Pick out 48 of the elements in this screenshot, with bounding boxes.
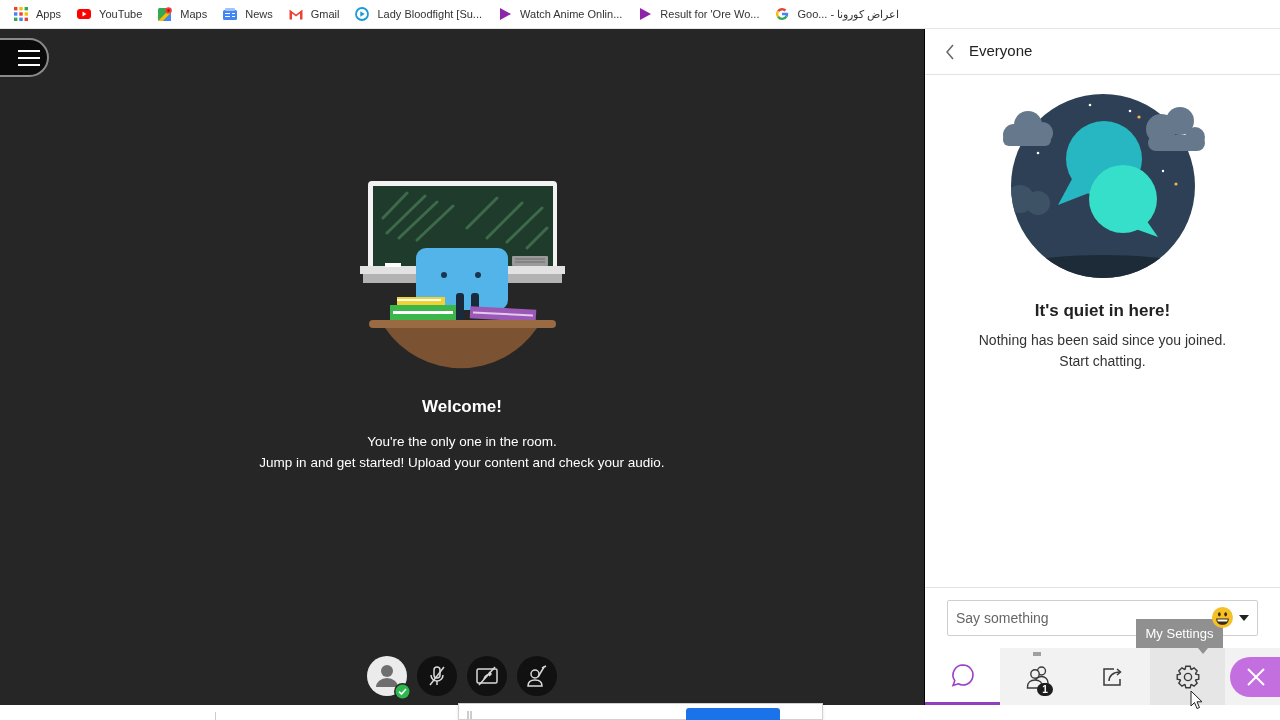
bookmark-link[interactable]: Maps	[158, 5, 208, 23]
welcome-text: You're the only one in the room.	[367, 433, 557, 451]
chevron-left-icon	[945, 43, 955, 60]
settings-icon	[1174, 663, 1201, 690]
indicator-icon	[1033, 652, 1041, 656]
apps-grid-icon	[14, 7, 28, 21]
avatar-icon	[367, 656, 407, 696]
back-button[interactable]	[945, 43, 955, 60]
chat-tab[interactable]	[925, 648, 1000, 705]
menu-button[interactable]	[0, 38, 49, 77]
mail-icon	[288, 7, 303, 21]
menu-icon	[18, 49, 40, 66]
avatar-button[interactable]	[367, 656, 411, 700]
grip-icon	[467, 711, 472, 719]
settings-tab[interactable]	[1150, 648, 1225, 705]
raise-hand-button[interactable]	[517, 656, 557, 696]
tooltip-arrow-icon	[1198, 648, 1208, 654]
bookmark-link[interactable]: YouTube	[77, 5, 143, 23]
camera-button[interactable]	[467, 656, 507, 696]
welcome-text: Jump in and get started! Upload your content and check your audio.	[259, 454, 665, 472]
person-raising-hand-icon	[525, 664, 549, 688]
video-play-icon	[77, 7, 92, 21]
speech-bubble-icon	[949, 662, 976, 688]
welcome-title: Welcome!	[422, 396, 502, 418]
microphone-button[interactable]	[417, 656, 457, 696]
play-icon	[638, 7, 653, 21]
caret-icon	[1239, 614, 1249, 621]
play-circle-icon	[355, 7, 370, 21]
close-icon	[1247, 667, 1265, 686]
newspaper-icon	[223, 7, 238, 21]
tooltip: My Settings	[1136, 619, 1223, 648]
emoji-button[interactable]	[1212, 607, 1249, 628]
g-logo-icon	[775, 7, 790, 21]
empty-state-text: Nothing has been said since you joined. Start chatting.	[977, 331, 1228, 371]
bookmark-link[interactable]: Lady Bloodfight [Su...	[355, 5, 483, 23]
bookmark-link[interactable]: Gmail	[288, 5, 340, 23]
bookmark-link[interactable]: Result for 'Ore Wo...	[638, 5, 760, 23]
map-pin-icon	[158, 7, 173, 21]
close-button[interactable]	[1230, 656, 1280, 697]
bookmark-link[interactable]: Goo... - اعراض كورونا	[775, 5, 900, 23]
bookmark-link[interactable]: Watch Anime Onlin...	[498, 5, 623, 23]
bookmark-link[interactable]: Apps	[14, 5, 62, 23]
attendee-count: 1	[1037, 683, 1053, 696]
empty-state-title: It's quiet in here!	[1033, 300, 1172, 322]
grinning-face-icon	[1212, 607, 1233, 628]
play-icon	[498, 7, 513, 21]
bookmark-link[interactable]: News	[223, 5, 273, 23]
panel-title: Everyone	[969, 41, 1033, 62]
